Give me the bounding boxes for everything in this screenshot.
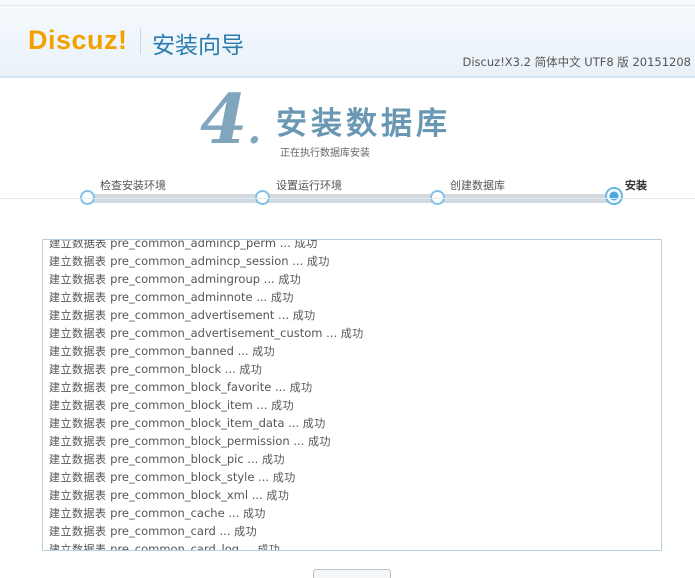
log-line-prefix: 建立数据表	[49, 363, 107, 376]
log-line: 建立数据表 pre_common_block_pic ... 成功	[49, 452, 285, 466]
log-line: 建立数据表 pre_common_block_permission ... 成功	[49, 434, 331, 448]
log-line-prefix: 建立数据表	[49, 417, 107, 430]
step-number-digit: 4	[200, 80, 248, 160]
log-line: 建立数据表 pre_common_cache ... 成功	[49, 506, 266, 520]
step-number-dot: .	[247, 106, 262, 153]
log-line-status: 成功	[292, 309, 316, 322]
log-line-table: pre_common_block_xml	[110, 488, 249, 502]
log-line-status: 成功	[278, 273, 302, 286]
step-title: 安装数据库	[276, 106, 451, 142]
log-line-prefix: 建立数据表	[49, 273, 107, 286]
log-line-status: 成功	[302, 417, 326, 430]
version-info: Discuz!X3.2 简体中文 UTF8 版 20151208	[462, 55, 692, 69]
log-line: 建立数据表 pre_common_advertisement ... 成功	[49, 308, 316, 322]
log-line: 建立数据表 pre_common_admingroup ... 成功	[49, 272, 302, 286]
log-line-table: pre_common_block_permission	[110, 434, 290, 448]
log-list: 建立数据表 pre_common_admincp_perm ... 成功 建立数…	[49, 239, 364, 551]
log-line-status: 成功	[257, 543, 281, 551]
log-line-table: pre_common_advertisement	[110, 308, 275, 322]
step-node-install	[605, 187, 623, 205]
log-line: 建立数据表 pre_common_banned ... 成功	[49, 344, 276, 358]
step-label-set-env: 设置运行环境	[276, 179, 342, 192]
log-line-prefix: 建立数据表	[49, 525, 107, 538]
log-line-prefix: 建立数据表	[49, 327, 107, 340]
log-line-table: pre_common_block_pic	[110, 452, 244, 466]
log-line-status: 成功	[270, 291, 294, 304]
log-line: 建立数据表 pre_common_adminnote ... 成功	[49, 290, 294, 304]
log-line-status: 成功	[242, 507, 266, 520]
log-line-table: pre_common_block_style	[110, 470, 255, 484]
log-line-table: pre_common_block_item_data	[110, 416, 285, 430]
log-line-prefix: 建立数据表	[49, 489, 107, 502]
log-line-status: 成功	[289, 381, 313, 394]
log-line-status: 成功	[261, 453, 285, 466]
progress-steps: 检查安装环境 设置运行环境 创建数据库 安装	[0, 172, 695, 212]
log-line-prefix: 建立数据表	[49, 381, 107, 394]
install-log[interactable]: 建立数据表 pre_common_admincp_perm ... 成功 建立数…	[42, 239, 662, 551]
log-line-status: 成功	[272, 471, 296, 484]
logo-separator	[140, 28, 141, 54]
log-line: 建立数据表 pre_common_block_item_data ... 成功	[49, 416, 326, 430]
log-line: 建立数据表 pre_common_admincp_session ... 成功	[49, 254, 330, 268]
log-line-table: pre_common_cache	[110, 506, 225, 520]
log-line-table: pre_common_adminnote	[110, 290, 253, 304]
log-line-table: pre_common_block_item	[110, 398, 253, 412]
step-number: 4.	[200, 86, 261, 154]
log-line-prefix: 建立数据表	[49, 543, 107, 551]
log-line: 建立数据表 pre_common_advertisement_custom ..…	[49, 326, 364, 340]
log-line-table: pre_common_block_favorite	[110, 380, 272, 394]
log-line: 建立数据表 pre_common_card_log ... 成功	[49, 540, 364, 551]
log-line-prefix: 建立数据表	[49, 471, 107, 484]
log-line: 建立数据表 pre_common_block_xml ... 成功	[49, 488, 290, 502]
log-line-table: pre_common_banned	[110, 344, 234, 358]
header: Discuz! 安装向导 Discuz!X3.2 简体中文 UTF8 版 201…	[0, 0, 695, 78]
log-line-prefix: 建立数据表	[49, 309, 107, 322]
step-subtitle: 正在执行数据库安装	[280, 148, 370, 159]
log-line-table: pre_common_admingroup	[110, 272, 261, 286]
log-line-status: 成功	[306, 255, 330, 268]
log-line-prefix: 建立数据表	[49, 255, 107, 268]
log-line-prefix: 建立数据表	[49, 291, 107, 304]
wizard-title: 安装向导	[152, 33, 244, 59]
log-line: 建立数据表 pre_common_block_style ... 成功	[49, 470, 296, 484]
log-line: 建立数据表 pre_common_card ... 成功	[49, 524, 258, 538]
log-line-table: pre_common_card	[110, 524, 216, 538]
log-line-status: 成功	[234, 525, 258, 538]
log-line-prefix: 建立数据表	[49, 435, 107, 448]
step-label-install: 安装	[625, 179, 647, 192]
log-line-partial: 建立数据表 pre_common_admincp_perm ... 成功	[49, 239, 318, 250]
log-line: 建立数据表 pre_common_block_item ... 成功	[49, 398, 295, 412]
log-line-prefix: 建立数据表	[49, 345, 107, 358]
log-line-status: 成功	[266, 489, 290, 502]
divider	[0, 198, 695, 199]
log-line-prefix: 建立数据表	[49, 453, 107, 466]
header-top-line	[0, 5, 695, 6]
log-line: 建立数据表 pre_common_block ... 成功	[49, 362, 263, 376]
log-line-status: 成功	[340, 327, 364, 340]
log-line-table: pre_common_block	[110, 362, 222, 376]
log-line-status: 成功	[307, 435, 331, 448]
log-line-status: 成功	[271, 399, 295, 412]
log-line: 建立数据表 pre_common_block_favorite ... 成功	[49, 380, 313, 394]
discuz-logo: Discuz!	[28, 25, 128, 55]
step-label-create-db: 创建数据库	[450, 179, 505, 192]
log-line-table: pre_common_advertisement_custom	[110, 326, 323, 340]
log-line-table: pre_common_admincp_session	[110, 254, 289, 268]
log-line-status: 成功	[239, 363, 263, 376]
log-line-prefix: 建立数据表	[49, 399, 107, 412]
step-label-check-env: 检查安装环境	[100, 179, 166, 192]
next-button[interactable]	[313, 569, 391, 578]
log-line-status: 成功	[252, 345, 276, 358]
log-line-table: pre_common_card_log	[110, 542, 240, 551]
log-line-prefix: 建立数据表	[49, 507, 107, 520]
